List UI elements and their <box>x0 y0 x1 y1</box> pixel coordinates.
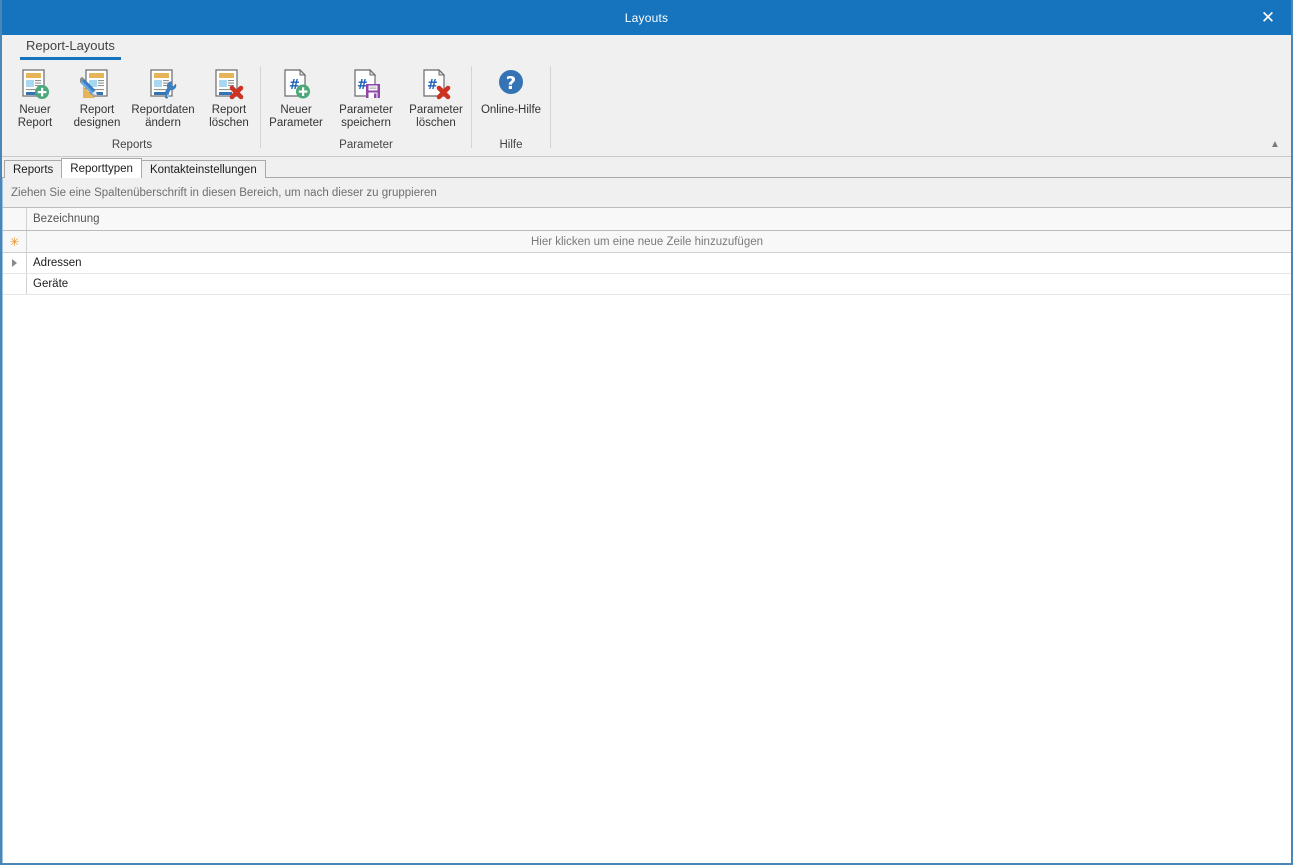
ribbon-button-label: Parameter löschen <box>409 104 463 129</box>
ribbon-button-report-designen[interactable]: Report designen <box>66 64 128 130</box>
help-question-icon: ? <box>494 67 528 101</box>
parameter-delete-icon: # <box>419 67 453 101</box>
ribbon-button-neuer-report[interactable]: Neuer Report <box>4 64 66 130</box>
report-delete-icon <box>212 67 246 101</box>
ribbon-button-label: Neuer Report <box>18 104 53 129</box>
row-indicator <box>3 274 27 294</box>
layouts-window: Layouts ✕ Report-Layouts <box>0 0 1293 865</box>
ribbon-button-label: Reportdaten ändern <box>131 104 194 129</box>
tab-reporttypen[interactable]: Reporttypen <box>61 158 142 178</box>
report-edit-data-icon <box>146 67 180 101</box>
new-row[interactable]: ✳ Hier klicken um eine neue Zeile hinzuz… <box>3 231 1291 253</box>
ribbon-button-label: Report designen <box>74 104 121 129</box>
ribbon-group-hilfe: ? Online-Hilfe Hilfe <box>472 60 550 156</box>
new-row-indicator: ✳ <box>3 231 27 252</box>
ribbon-button-label: Online-Hilfe <box>481 104 541 117</box>
ribbon-group-label-parameter: Parameter <box>261 136 471 156</box>
new-row-hint[interactable]: Hier klicken um eine neue Zeile hinzuzuf… <box>27 236 1291 248</box>
report-new-icon <box>18 67 52 101</box>
ribbon-group-parameter: # Neuer Parameter <box>261 60 471 156</box>
parameter-new-icon: # <box>279 67 313 101</box>
window-title: Layouts <box>625 11 668 25</box>
table-row[interactable]: Geräte <box>3 274 1291 295</box>
ribbon-button-parameter-speichern[interactable]: # Parameter speichern <box>331 64 401 130</box>
ribbon-group-label-hilfe: Hilfe <box>472 136 550 156</box>
ribbon-group-hilfe-items: ? Online-Hilfe <box>472 60 550 136</box>
report-design-icon <box>80 67 114 101</box>
table-row[interactable]: Adressen <box>3 253 1291 274</box>
tab-kontakteinstellungen[interactable]: Kontakteinstellungen <box>141 160 266 178</box>
ribbon-group-label-reports: Reports <box>4 136 260 156</box>
svg-text:?: ? <box>506 73 516 94</box>
ribbon-group-parameter-items: # Neuer Parameter <box>261 60 471 136</box>
ribbon-group-reports-items: Neuer Report <box>4 60 260 136</box>
data-grid: Ziehen Sie eine Spaltenüberschrift in di… <box>2 178 1291 863</box>
ribbon: Report-Layouts <box>2 35 1291 157</box>
row-indicator <box>3 253 27 273</box>
ribbon-button-parameter-loeschen[interactable]: # Parameter löschen <box>401 64 471 130</box>
tab-reports[interactable]: Reports <box>4 160 62 178</box>
ribbon-button-online-hilfe[interactable]: ? Online-Hilfe <box>472 64 550 118</box>
indicator-column-header <box>3 208 27 230</box>
cell-bezeichnung[interactable]: Geräte <box>27 278 1291 290</box>
ribbon-group-separator <box>550 66 551 148</box>
ribbon-body: Neuer Report <box>2 60 1291 156</box>
cell-bezeichnung[interactable]: Adressen <box>27 257 1291 269</box>
parameter-save-icon: # <box>349 67 383 101</box>
close-icon[interactable]: ✕ <box>1245 0 1291 35</box>
ribbon-button-report-loeschen[interactable]: Report löschen <box>198 64 260 130</box>
triangle-right-icon <box>12 259 17 267</box>
ribbon-tab-strip: Report-Layouts <box>2 35 1291 60</box>
column-header-bezeichnung[interactable]: Bezeichnung <box>27 213 1291 225</box>
ribbon-tab-report-layouts[interactable]: Report-Layouts <box>20 37 121 60</box>
tab-strip: Reports Reporttypen Kontakteinstellungen <box>2 157 1291 178</box>
ribbon-button-label: Report löschen <box>209 104 249 129</box>
grid-header-row: Bezeichnung <box>3 208 1291 231</box>
ribbon-button-reportdaten-aendern[interactable]: Reportdaten ändern <box>128 64 198 130</box>
ribbon-button-label: Parameter speichern <box>339 104 393 129</box>
ribbon-group-reports: Neuer Report <box>4 60 260 156</box>
title-bar: Layouts ✕ <box>2 0 1291 35</box>
group-by-panel[interactable]: Ziehen Sie eine Spaltenüberschrift in di… <box>3 178 1291 208</box>
ribbon-button-label: Neuer Parameter <box>269 104 323 129</box>
chevron-up-icon[interactable]: ▲ <box>1267 136 1283 152</box>
asterisk-icon: ✳ <box>9 236 19 248</box>
ribbon-button-neuer-parameter[interactable]: # Neuer Parameter <box>261 64 331 130</box>
svg-text:#: # <box>427 78 438 93</box>
